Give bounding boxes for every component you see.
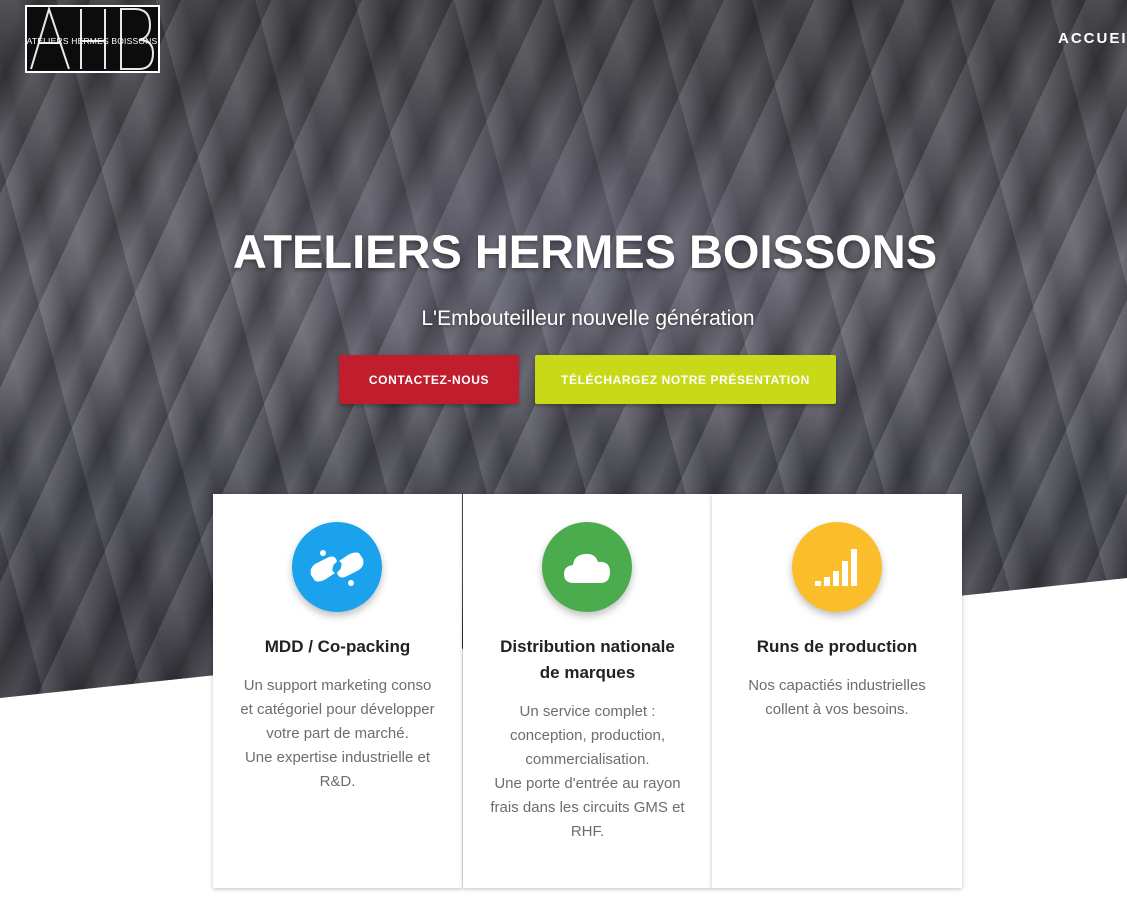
service-card-production: Runs de production Nos capactiés industr… (712, 494, 962, 888)
cloud-icon (542, 522, 632, 612)
card-description: Un support marketing conso et catégoriel… (240, 677, 435, 790)
contact-button[interactable]: CONTACTEZ-NOUS (339, 355, 519, 404)
site-logo[interactable]: ATELIERS HERMES BOISSONS (25, 5, 160, 73)
download-presentation-button[interactable]: TÉLÉCHARGEZ NOTRE PRÉSENTATION (535, 355, 836, 404)
nav-accueil[interactable]: ACCUEIL (1058, 30, 1127, 47)
hero-subtitle: L'Embouteilleur nouvelle génération (421, 307, 755, 330)
logo-text: ATELIERS HERMES BOISSONS (27, 36, 158, 46)
card-title: MDD / Co-packing (264, 637, 411, 656)
card-description: Un service complet : conception, product… (490, 703, 685, 840)
card-title: Runs de production (756, 637, 918, 656)
page-title: ATELIERS HERMES BOISSONS (232, 225, 938, 278)
service-card-copacking: MDD / Co-packing Un support marketing co… (213, 494, 462, 888)
service-card-distribution: Distribution nationale de marques Un ser… (463, 494, 712, 888)
card-title: Distribution nationale de marques (500, 637, 675, 682)
card-description: Nos capactiés industrielles collent à vo… (748, 677, 926, 718)
handshake-icon (292, 522, 382, 612)
signal-bars-icon (792, 522, 882, 612)
